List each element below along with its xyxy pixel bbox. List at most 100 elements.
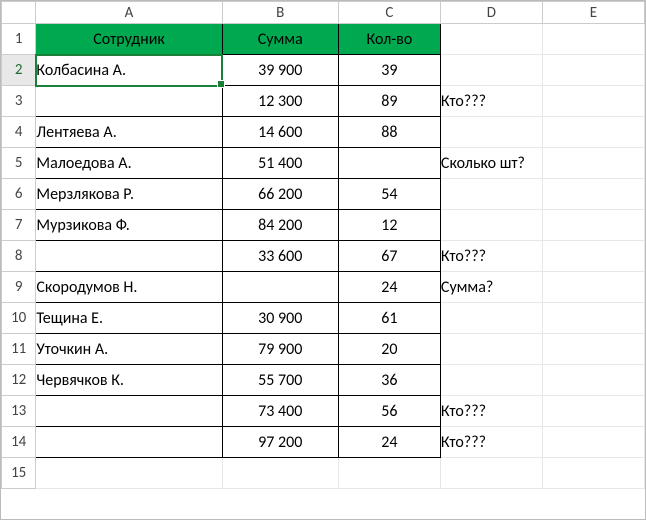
cell-D9[interactable]: Сумма? (440, 272, 542, 303)
col-header-B[interactable]: B (222, 2, 338, 24)
row-header-15[interactable]: 15 (2, 458, 36, 489)
cell-A2[interactable]: Колбасина А. (36, 55, 222, 86)
cell-B11[interactable]: 79 900 (222, 334, 338, 365)
cell-D2[interactable] (440, 55, 542, 86)
cell-D12[interactable] (440, 365, 542, 396)
cell-C10[interactable]: 61 (338, 303, 440, 334)
cell-C4[interactable]: 88 (338, 117, 440, 148)
cell-C11[interactable]: 20 (338, 334, 440, 365)
row-header-7[interactable]: 7 (2, 210, 36, 241)
cell-D1[interactable] (440, 24, 542, 55)
cell-E8[interactable] (542, 241, 644, 272)
cell-B4[interactable]: 14 600 (222, 117, 338, 148)
cell-E10[interactable] (542, 303, 644, 334)
cell-C12[interactable]: 36 (338, 365, 440, 396)
cell-B1[interactable]: Сумма (222, 24, 338, 55)
cell-E15[interactable] (542, 458, 644, 489)
cell-A14[interactable] (36, 427, 222, 458)
cell-E12[interactable] (542, 365, 644, 396)
cell-B9[interactable] (222, 272, 338, 303)
cell-A13[interactable] (36, 396, 222, 427)
cell-C5[interactable] (338, 148, 440, 179)
cell-A15[interactable] (36, 458, 222, 489)
cell-B10[interactable]: 30 900 (222, 303, 338, 334)
cell-A6[interactable]: Мерзлякова Р. (36, 179, 222, 210)
cell-B12[interactable]: 55 700 (222, 365, 338, 396)
cell-D11[interactable] (440, 334, 542, 365)
cell-E6[interactable] (542, 179, 644, 210)
row-header-12[interactable]: 12 (2, 365, 36, 396)
cell-A9[interactable]: Скородумов Н. (36, 272, 222, 303)
cell-C6[interactable]: 54 (338, 179, 440, 210)
cell-D7[interactable] (440, 210, 542, 241)
cell-E7[interactable] (542, 210, 644, 241)
cell-C3[interactable]: 89 (338, 86, 440, 117)
cell-A11[interactable]: Уточкин А. (36, 334, 222, 365)
row-header-2[interactable]: 2 (2, 55, 36, 86)
cell-B6[interactable]: 66 200 (222, 179, 338, 210)
cell-A10[interactable]: Тещина Е. (36, 303, 222, 334)
cell-D4[interactable] (440, 117, 542, 148)
cell-C13[interactable]: 56 (338, 396, 440, 427)
cell-B5[interactable]: 51 400 (222, 148, 338, 179)
cell-B14[interactable]: 97 200 (222, 427, 338, 458)
row-header-5[interactable]: 5 (2, 148, 36, 179)
cell-E2[interactable] (542, 55, 644, 86)
cell-D5[interactable]: Сколько шт? (440, 148, 542, 179)
cell-E4[interactable] (542, 117, 644, 148)
cell-A7[interactable]: Мурзикова Ф. (36, 210, 222, 241)
cell-C14[interactable]: 24 (338, 427, 440, 458)
cell-E13[interactable] (542, 396, 644, 427)
cell-C7[interactable]: 12 (338, 210, 440, 241)
cell-A5[interactable]: Малоедова А. (36, 148, 222, 179)
row-header-6[interactable]: 6 (2, 179, 36, 210)
row-header-13[interactable]: 13 (2, 396, 36, 427)
grid[interactable]: A B C D E 1 Сотрудник Сумма Кол-во 2 Кол… (1, 1, 645, 489)
cell-E14[interactable] (542, 427, 644, 458)
cell-A3[interactable] (36, 86, 222, 117)
row-header-1[interactable]: 1 (2, 24, 36, 55)
row-header-8[interactable]: 8 (2, 241, 36, 272)
row-4: 4 Лентяева А. 14 600 88 (2, 117, 645, 148)
cell-A1[interactable]: Сотрудник (36, 24, 222, 55)
cell-A4[interactable]: Лентяева А. (36, 117, 222, 148)
cell-A12[interactable]: Червячков К. (36, 365, 222, 396)
col-header-C[interactable]: C (338, 2, 440, 24)
cell-D15[interactable] (440, 458, 542, 489)
cell-D13[interactable]: Кто??? (440, 396, 542, 427)
cell-D8[interactable]: Кто??? (440, 241, 542, 272)
row-15: 15 (2, 458, 645, 489)
cell-D14[interactable]: Кто??? (440, 427, 542, 458)
cell-C2[interactable]: 39 (338, 55, 440, 86)
cell-B13[interactable]: 73 400 (222, 396, 338, 427)
row-header-9[interactable]: 9 (2, 272, 36, 303)
row-header-4[interactable]: 4 (2, 117, 36, 148)
cell-E11[interactable] (542, 334, 644, 365)
cell-E1[interactable] (542, 24, 644, 55)
cell-E3[interactable] (542, 86, 644, 117)
row-header-14[interactable]: 14 (2, 427, 36, 458)
cell-C8[interactable]: 67 (338, 241, 440, 272)
cell-B2[interactable]: 39 900 (222, 55, 338, 86)
cell-E9[interactable] (542, 272, 644, 303)
cell-E5[interactable] (542, 148, 644, 179)
select-all-corner[interactable] (2, 2, 36, 24)
row-header-11[interactable]: 11 (2, 334, 36, 365)
col-header-A[interactable]: A (36, 2, 222, 24)
row-header-10[interactable]: 10 (2, 303, 36, 334)
cell-C9[interactable]: 24 (338, 272, 440, 303)
cell-C1[interactable]: Кол-во (338, 24, 440, 55)
row-header-3[interactable]: 3 (2, 86, 36, 117)
cell-B3[interactable]: 12 300 (222, 86, 338, 117)
cell-A8[interactable] (36, 241, 222, 272)
cell-B8[interactable]: 33 600 (222, 241, 338, 272)
cell-D6[interactable] (440, 179, 542, 210)
cell-D3[interactable]: Кто??? (440, 86, 542, 117)
spreadsheet[interactable]: A B C D E 1 Сотрудник Сумма Кол-во 2 Кол… (0, 0, 646, 520)
cell-B15[interactable] (222, 458, 338, 489)
cell-D10[interactable] (440, 303, 542, 334)
col-header-E[interactable]: E (542, 2, 644, 24)
col-header-D[interactable]: D (440, 2, 542, 24)
cell-C15[interactable] (338, 458, 440, 489)
cell-B7[interactable]: 84 200 (222, 210, 338, 241)
